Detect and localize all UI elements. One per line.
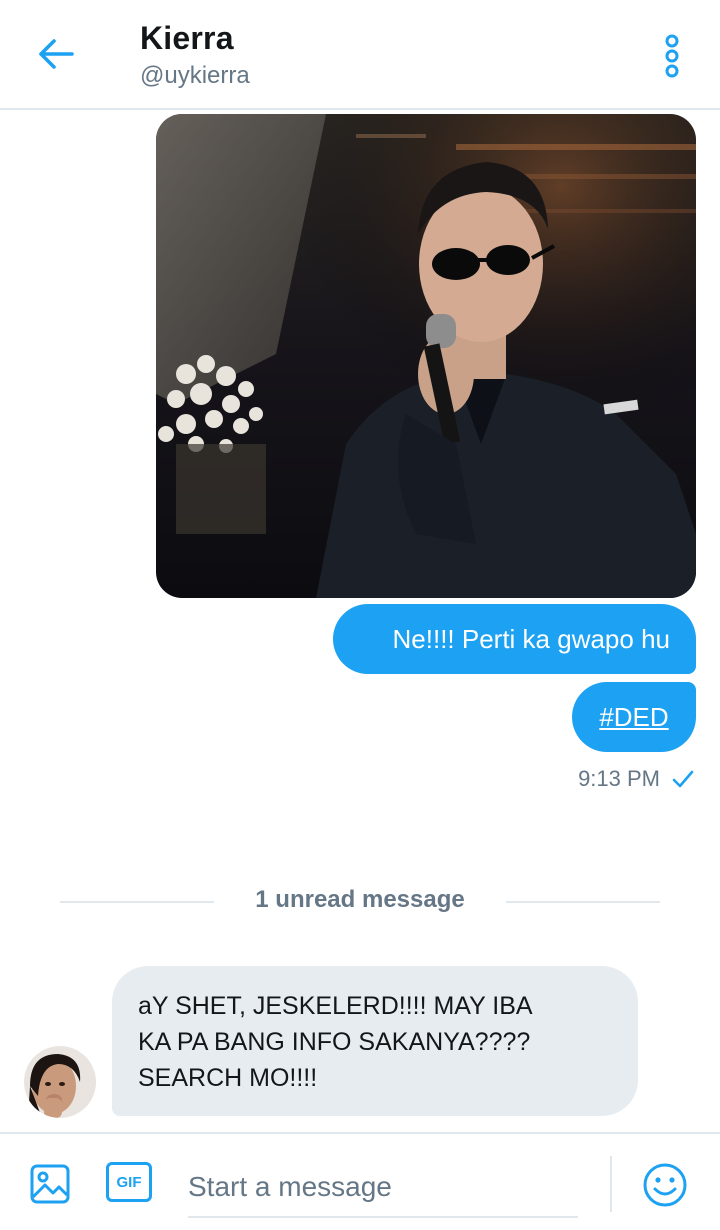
message-line: KA PA BANG INFO SAKANYA???? — [138, 1028, 531, 1056]
shared-photo — [156, 114, 696, 598]
outgoing-message[interactable]: Ne!!!! Perti ka gwapo hu — [333, 604, 696, 674]
conversation-title[interactable]: Kierra — [140, 20, 234, 57]
incoming-message[interactable]: aY SHET, JESKELERD!!!! MAY IBA KA PA BAN… — [112, 966, 638, 1116]
more-options-button[interactable] — [648, 28, 696, 84]
photo-message[interactable] — [156, 114, 696, 598]
message-line: aY SHET, JESKELERD!!!! MAY IBA — [138, 992, 533, 1020]
avatar[interactable] — [24, 1046, 96, 1118]
conversation-handle[interactable]: @uykierra — [140, 62, 250, 90]
divider-line — [506, 901, 660, 903]
hashtag-link[interactable]: #DED — [599, 702, 668, 733]
add-media-button[interactable] — [24, 1158, 76, 1210]
emoji-button[interactable] — [640, 1160, 690, 1210]
divider-line — [60, 901, 214, 903]
image-icon — [30, 1164, 70, 1204]
unread-label: 1 unread message — [255, 886, 465, 913]
message-line: SEARCH MO!!!! — [138, 1064, 318, 1092]
avatar-photo — [24, 1046, 96, 1118]
unread-divider: 1 unread message — [60, 880, 660, 924]
conversation-header: Kierra @uykierra — [0, 0, 720, 110]
sent-time: 9:13 PM — [578, 766, 660, 791]
composer-divider — [610, 1156, 612, 1212]
gif-button[interactable]: GIF — [106, 1162, 152, 1202]
message-composer: GIF — [0, 1132, 720, 1230]
message-text: Ne!!!! Perti ka gwapo hu — [392, 623, 670, 654]
outgoing-message[interactable]: #DED — [572, 682, 696, 752]
more-vertical-icon — [665, 34, 679, 78]
smiley-icon — [643, 1163, 687, 1207]
message-input[interactable] — [188, 1158, 578, 1218]
arrow-left-icon — [39, 39, 74, 69]
checkmark-icon — [672, 770, 694, 788]
message-status: 9:13 PM — [578, 762, 694, 796]
back-button[interactable] — [28, 28, 84, 80]
